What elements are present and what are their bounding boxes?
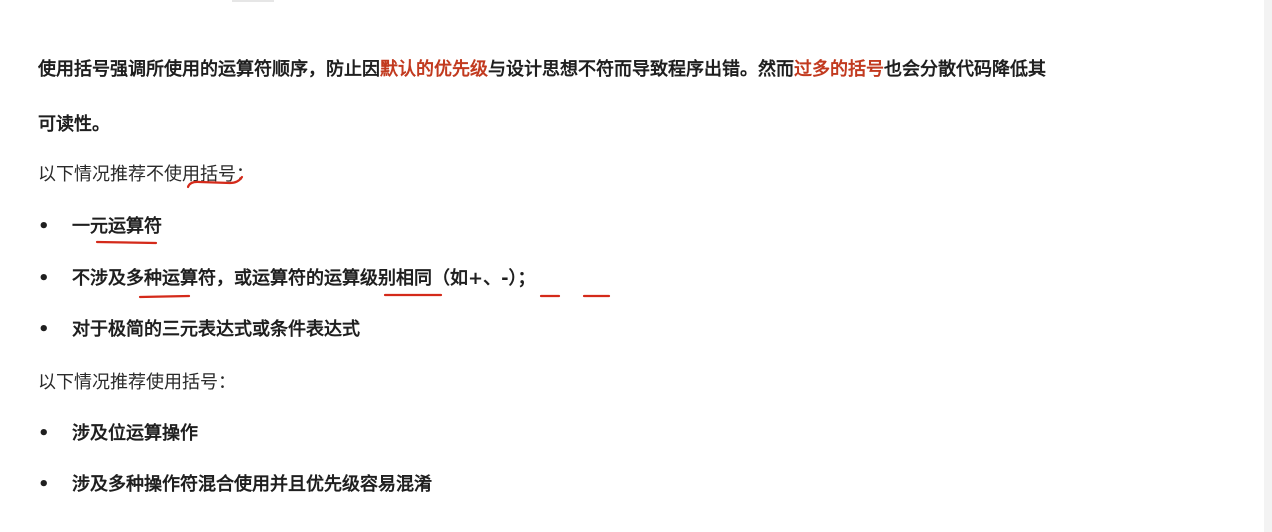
intro-text-part1: 使用括号强调所使用的运算符顺序，防止因 <box>38 59 380 80</box>
list-item-text: 对于极简的三元表达式或条件表达式 <box>72 319 360 340</box>
scrollbar[interactable] <box>1264 0 1272 532</box>
intro-text-part3: 也会分散代码降低其 <box>884 59 1046 80</box>
list-item-text: 不涉及多种运算符，或运算符的运算级别相同（如+、-）； <box>72 268 536 289</box>
bullet-icon: • <box>38 216 50 237</box>
intro-text-part2: 与设计思想不符而导致程序出错。然而 <box>488 59 794 80</box>
list-item: • 不涉及多种运算符，或运算符的运算级别相同（如+、-）； <box>38 264 536 290</box>
use-paren-heading: 以下情况推荐使用括号： <box>38 372 236 393</box>
intro-line-1: 使用括号强调所使用的运算符顺序，防止因默认的优先级与设计思想不符而导致程序出错。… <box>38 55 1046 81</box>
underline-unary-operator <box>95 240 158 245</box>
underline-multiple-operators <box>138 294 191 299</box>
top-divider <box>232 0 274 2</box>
bullet-icon: • <box>38 319 50 340</box>
list-item: • 对于极简的三元表达式或条件表达式 <box>38 315 360 341</box>
list-item-text: 涉及多种操作符混合使用并且优先级容易混淆 <box>72 474 432 495</box>
list-item-text: 一元运算符 <box>72 216 162 237</box>
bullet-icon: • <box>38 268 50 289</box>
list-item: • 一元运算符 <box>38 212 162 238</box>
list-item: • 涉及位运算操作 <box>38 419 198 445</box>
no-paren-heading: 以下情况推荐不使用括号： <box>38 164 254 185</box>
intro-highlight-default-priority: 默认的优先级 <box>380 59 488 80</box>
intro-highlight-too-many-parens: 过多的括号 <box>794 59 884 80</box>
bullet-icon: • <box>38 423 50 444</box>
list-item-text: 涉及位运算操作 <box>72 423 198 444</box>
bullet-icon: • <box>38 474 50 495</box>
list-item: • 涉及多种操作符混合使用并且优先级容易混淆 <box>38 470 432 496</box>
intro-line-2: 可读性。 <box>38 114 110 135</box>
